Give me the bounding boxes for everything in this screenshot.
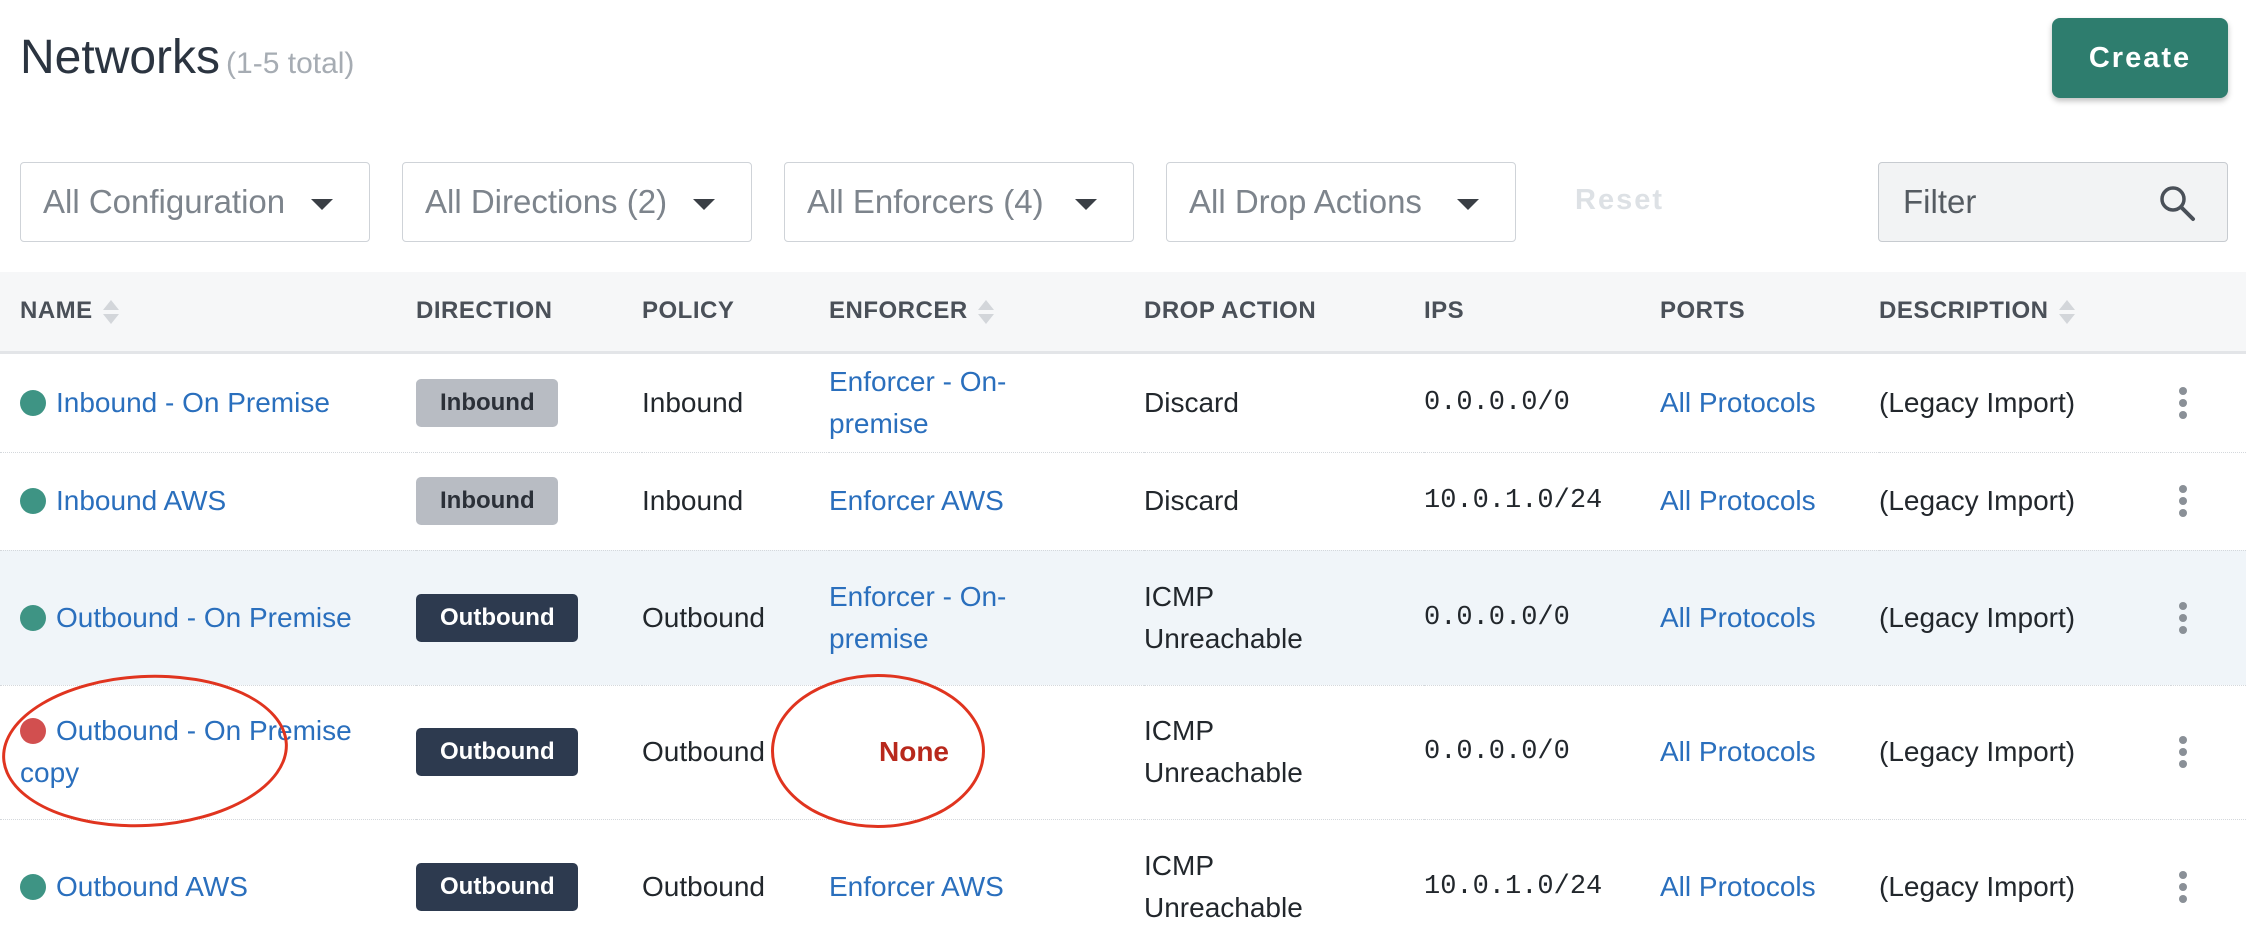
- column-header-drop-action: DROP ACTION: [1144, 297, 1317, 325]
- search-icon[interactable]: [2157, 183, 2197, 223]
- direction-badge: Inbound: [416, 378, 558, 427]
- policy-cell: Outbound: [642, 870, 765, 902]
- chevron-down-icon: [1075, 199, 1097, 210]
- column-header-policy: POLICY: [642, 297, 735, 325]
- page-header: Networks (1-5 total) Create: [0, 0, 2246, 130]
- ips-cell: 10.0.1.0/24: [1424, 486, 1603, 516]
- status-dot-icon: [20, 718, 46, 744]
- column-header-direction: DIRECTION: [416, 297, 553, 325]
- drop-action-cell: ICMP Unreachable: [1144, 580, 1303, 654]
- column-header-description[interactable]: DESCRIPTION: [1879, 272, 2171, 352]
- direction-badge: Outbound: [416, 728, 578, 776]
- drop-action-cell: Discard: [1144, 485, 1239, 516]
- table-row[interactable]: Inbound AWS Inbound Inbound Enforcer AWS…: [0, 452, 2246, 550]
- direction-badge: Outbound: [416, 593, 578, 642]
- enforcer-none-value: None: [879, 736, 949, 767]
- configuration-dropdown[interactable]: All Configuration: [20, 162, 370, 242]
- network-name-link[interactable]: Inbound - On Premise: [56, 387, 330, 418]
- enforcers-dropdown-label: All Enforcers (4): [807, 183, 1044, 220]
- column-header-label: NAME: [20, 297, 93, 325]
- table-row[interactable]: Outbound AWS Outbound Outbound Enforcer …: [0, 819, 2246, 942]
- description-cell: (Legacy Import): [1879, 386, 2076, 418]
- sort-icon[interactable]: [977, 299, 994, 325]
- ports-link[interactable]: All Protocols: [1660, 602, 1816, 633]
- policy-cell: Inbound: [642, 485, 744, 516]
- column-header-name[interactable]: NAME: [0, 272, 416, 352]
- ips-cell: 10.0.1.0/24: [1424, 871, 1603, 902]
- sort-icon[interactable]: [2058, 299, 2075, 325]
- drop-action-cell: ICMP Unreachable: [1144, 715, 1303, 788]
- description-cell: (Legacy Import): [1879, 485, 2076, 516]
- enforcers-dropdown[interactable]: All Enforcers (4): [784, 162, 1134, 242]
- status-dot-icon: [20, 604, 46, 631]
- reset-button[interactable]: Reset: [1575, 184, 1664, 217]
- network-name-link[interactable]: Inbound AWS: [56, 485, 226, 516]
- table-header-row: NAME DIRECTION POLICY ENFORCER DROP ACTI…: [0, 272, 2246, 352]
- more-options-icon[interactable]: [2179, 386, 2189, 419]
- directions-dropdown-label: All Directions (2): [425, 183, 668, 220]
- status-dot-icon: [20, 389, 46, 416]
- more-options-icon[interactable]: [2179, 485, 2189, 517]
- column-header-label: DESCRIPTION: [1879, 297, 2049, 325]
- policy-cell: Outbound: [642, 601, 765, 633]
- filter-bar: All Configuration All Directions (2) All…: [0, 162, 2246, 242]
- status-dot-icon: [20, 488, 46, 514]
- drop-actions-dropdown[interactable]: All Drop Actions (: [1166, 162, 1516, 242]
- chevron-down-icon: [311, 199, 333, 210]
- enforcer-link[interactable]: Enforcer AWS: [829, 871, 1004, 902]
- networks-table: NAME DIRECTION POLICY ENFORCER DROP ACTI…: [0, 272, 2246, 942]
- policy-cell: Outbound: [642, 736, 765, 767]
- filter-input[interactable]: [1903, 183, 2153, 221]
- more-options-icon[interactable]: [2179, 870, 2189, 903]
- ips-cell: 0.0.0.0/0: [1424, 737, 1570, 767]
- filter-box: [1878, 162, 2228, 242]
- page-title: Networks (1-5 total): [20, 30, 354, 85]
- sort-icon[interactable]: [102, 299, 119, 325]
- drop-actions-dropdown-label: All Drop Actions (: [1189, 183, 1427, 220]
- column-header-label: ENFORCER: [829, 297, 968, 325]
- column-header-actions: [2171, 272, 2246, 352]
- status-dot-icon: [20, 873, 46, 900]
- direction-badge: Inbound: [416, 477, 558, 525]
- chevron-down-icon: [693, 199, 715, 210]
- network-name-link[interactable]: Outbound AWS: [56, 871, 248, 902]
- drop-action-cell: ICMP Unreachable: [1144, 849, 1303, 923]
- column-header-enforcer[interactable]: ENFORCER: [829, 272, 1144, 352]
- policy-cell: Inbound: [642, 386, 744, 418]
- enforcer-link[interactable]: Enforcer AWS: [829, 485, 1004, 516]
- ports-link[interactable]: All Protocols: [1660, 871, 1816, 902]
- direction-badge: Outbound: [416, 862, 578, 911]
- ips-cell: 0.0.0.0/0: [1424, 602, 1570, 633]
- configuration-dropdown-label: All Configuration: [43, 183, 286, 220]
- column-header-ports: PORTS: [1660, 297, 1746, 325]
- chevron-down-icon: [1457, 199, 1479, 210]
- column-header-ips: IPS: [1424, 297, 1465, 325]
- more-options-icon[interactable]: [2179, 601, 2189, 634]
- ips-cell: 0.0.0.0/0: [1424, 387, 1570, 418]
- network-name-link[interactable]: Outbound - On Premise: [56, 602, 352, 633]
- description-cell: (Legacy Import): [1879, 736, 2076, 767]
- ports-link[interactable]: All Protocols: [1660, 485, 1816, 516]
- enforcer-link[interactable]: Enforcer - On-premise: [829, 361, 1029, 445]
- table-row[interactable]: Outbound - On Premise Outbound Outbound …: [0, 550, 2246, 685]
- page-title-text: Networks: [20, 31, 221, 84]
- drop-action-cell: Discard: [1144, 386, 1239, 418]
- table-row[interactable]: Outbound - On Premise copy Outbound Outb…: [0, 685, 2246, 819]
- ports-link[interactable]: All Protocols: [1660, 387, 1816, 418]
- total-count: (1-5 total): [226, 47, 355, 80]
- create-button[interactable]: Create: [2052, 18, 2228, 98]
- network-name-link[interactable]: Outbound - On Premise copy: [20, 715, 352, 788]
- directions-dropdown[interactable]: All Directions (2): [402, 162, 752, 242]
- description-cell: (Legacy Import): [1879, 601, 2076, 633]
- table-row[interactable]: Inbound - On Premise Inbound Inbound Enf…: [0, 352, 2246, 452]
- more-options-icon[interactable]: [2179, 736, 2189, 768]
- description-cell: (Legacy Import): [1879, 870, 2076, 902]
- ports-link[interactable]: All Protocols: [1660, 736, 1816, 767]
- enforcer-link[interactable]: Enforcer - On-premise: [829, 576, 1029, 660]
